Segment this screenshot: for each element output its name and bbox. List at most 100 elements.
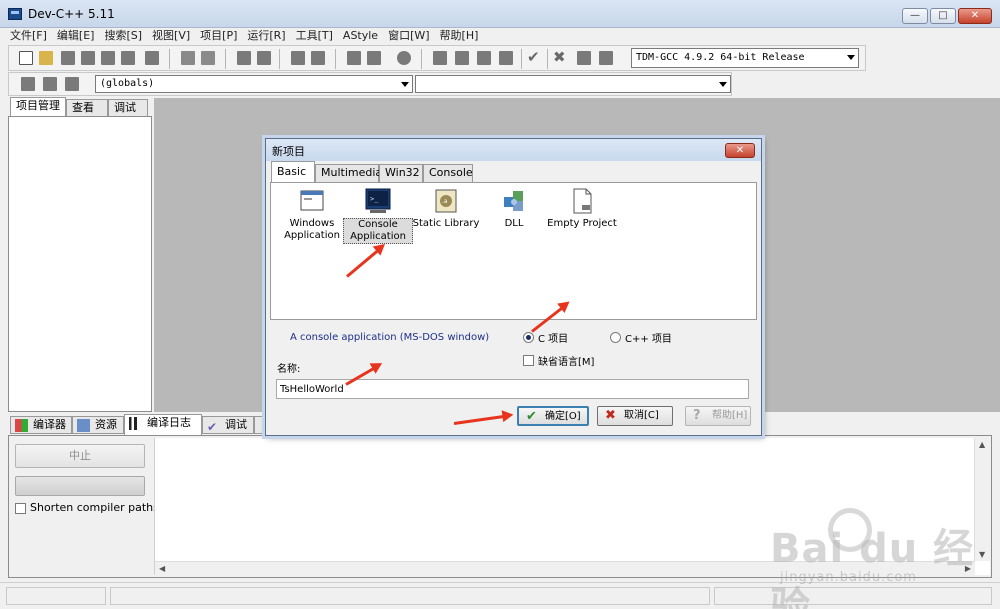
compiler-select[interactable]: TDM-GCC 4.9.2 64-bit Release (631, 48, 859, 68)
redo-icon[interactable] (201, 51, 215, 65)
scroll-right-icon[interactable]: ▶ (965, 564, 971, 573)
scroll-down-icon[interactable]: ▼ (979, 550, 985, 559)
menu-tools[interactable]: 工具[T] (296, 28, 333, 44)
add-to-project-icon[interactable] (367, 51, 381, 65)
menu-window[interactable]: 窗口[W] (388, 28, 429, 44)
chevron-down-icon[interactable] (719, 82, 727, 87)
open-file-icon[interactable] (39, 51, 53, 65)
toolbar-separator (335, 49, 336, 69)
menu-search[interactable]: 搜索[S] (104, 28, 142, 44)
dialog-close-button[interactable]: ✕ (725, 143, 755, 158)
bar-chart-icon (129, 417, 142, 430)
back-icon[interactable] (43, 77, 57, 91)
new-project-icon[interactable] (347, 51, 361, 65)
close-button[interactable]: ✕ (958, 8, 992, 24)
ok-button[interactable]: ✔ 确定[O] (517, 406, 589, 426)
new-file-icon[interactable] (19, 51, 33, 65)
maximize-button[interactable]: □ (930, 8, 956, 24)
c-project-radio[interactable] (523, 332, 534, 343)
tab-multimedia[interactable]: Multimedia (315, 164, 382, 182)
run-icon[interactable] (455, 51, 469, 65)
tab-win32[interactable]: Win32 (379, 164, 423, 182)
menu-help[interactable]: 帮助[H] (440, 28, 479, 44)
menu-run[interactable]: 运行[R] (247, 28, 285, 44)
bookmark-icon[interactable] (65, 77, 79, 91)
clean-icon[interactable]: ✖ (553, 48, 567, 66)
menu-edit[interactable]: 编辑[E] (57, 28, 95, 44)
template-label: Windows Application (284, 218, 340, 241)
tab-compile-log-label: 编译日志 (147, 416, 191, 429)
c-project-label: C 项目 (538, 334, 569, 345)
chevron-down-icon[interactable] (847, 55, 855, 60)
shorten-paths-label: Shorten compiler paths (30, 501, 159, 514)
tab-class-browser[interactable]: 查看类 (66, 99, 108, 130)
tab-basic[interactable]: Basic (271, 161, 315, 183)
scope-select[interactable]: (globals) (95, 75, 413, 93)
close-file-icon[interactable] (101, 51, 115, 65)
default-language-checkbox[interactable] (523, 355, 534, 366)
syntax-check-icon[interactable]: ✔ (527, 48, 541, 66)
template-dll[interactable]: DLL (479, 187, 549, 230)
tab-compile-log[interactable]: 编译日志 (124, 414, 202, 435)
tab-project-manager[interactable]: 项目管理 (10, 97, 66, 117)
class-toolbar: (globals) (8, 72, 732, 96)
template-static-library[interactable]: .a Static Library (411, 187, 481, 230)
debug-icon[interactable] (599, 51, 613, 65)
tab-console[interactable]: Console (423, 164, 473, 182)
project-options-icon[interactable] (397, 51, 411, 65)
new-project-dialog: 新项目 ✕ Basic Multimedia Win32 Console Win… (265, 138, 762, 436)
compile-run-icon[interactable] (477, 51, 491, 65)
template-label: Empty Project (547, 218, 617, 229)
stop-button[interactable]: 中止 (15, 444, 145, 468)
default-language-label: 缺省语言[M] (538, 357, 595, 368)
member-select[interactable] (415, 75, 731, 93)
close-all-icon[interactable] (121, 51, 135, 65)
help-button-label: 帮助[H] (712, 410, 748, 421)
find-icon[interactable] (237, 51, 251, 65)
compile-icon[interactable] (433, 51, 447, 65)
tab-resources[interactable]: 资源 (72, 416, 124, 434)
project-tree[interactable] (8, 116, 152, 412)
vertical-scrollbar[interactable]: ▲ ▼ (974, 438, 990, 561)
cancel-button[interactable]: ✖ 取消[C] (597, 406, 673, 426)
help-button[interactable]: ? 帮助[H] (685, 406, 751, 426)
chevron-down-icon[interactable] (401, 82, 409, 87)
print-icon[interactable] (145, 51, 159, 65)
menu-file[interactable]: 文件[F] (10, 28, 47, 44)
save-icon[interactable] (61, 51, 75, 65)
title-bar: Dev-C++ 5.11 — □ ✕ (0, 0, 1000, 28)
dll-puzzle-icon (500, 187, 528, 215)
shorten-paths-checkbox[interactable] (15, 503, 26, 514)
minimize-button[interactable]: — (902, 8, 928, 24)
status-cell (110, 587, 710, 605)
goto-line-icon[interactable] (311, 51, 325, 65)
find-next-icon[interactable] (291, 51, 305, 65)
save-all-icon[interactable] (81, 51, 95, 65)
check-icon: ✔ (526, 409, 537, 424)
compiler-select-value: TDM-GCC 4.9.2 64-bit Release (636, 52, 805, 63)
menu-project[interactable]: 项目[P] (200, 28, 237, 44)
cpp-project-radio[interactable] (610, 332, 621, 343)
profile-icon[interactable] (577, 51, 591, 65)
template-empty-project[interactable]: Empty Project (547, 187, 617, 230)
scroll-left-icon[interactable]: ◀ (159, 564, 165, 573)
goto-icon[interactable] (21, 77, 35, 91)
template-windows-application[interactable]: Windows Application (277, 187, 347, 242)
horizontal-scrollbar[interactable]: ◀ ▶ (155, 561, 975, 575)
undo-icon[interactable] (181, 51, 195, 65)
replace-icon[interactable] (257, 51, 271, 65)
grid-icon (15, 419, 28, 432)
toolbar-separator (169, 49, 170, 69)
scroll-up-icon[interactable]: ▲ (979, 440, 985, 449)
tab-compiler[interactable]: 编译器 (10, 416, 72, 434)
template-console-application[interactable]: >_ Console Application (343, 187, 413, 244)
compile-log-output[interactable]: ▲ ▼ ◀ ▶ (154, 438, 990, 575)
close-icon: ✖ (605, 408, 616, 423)
menu-astyle[interactable]: AStyle (343, 28, 378, 44)
menu-view[interactable]: 视图[V] (152, 28, 190, 44)
project-name-label: 名称: (277, 364, 301, 375)
cancel-button-label: 取消[C] (624, 410, 659, 421)
tab-debug-bottom[interactable]: ✔ 调试 (202, 416, 254, 434)
tab-debug[interactable]: 调试 (108, 99, 148, 117)
rebuild-icon[interactable] (499, 51, 513, 65)
